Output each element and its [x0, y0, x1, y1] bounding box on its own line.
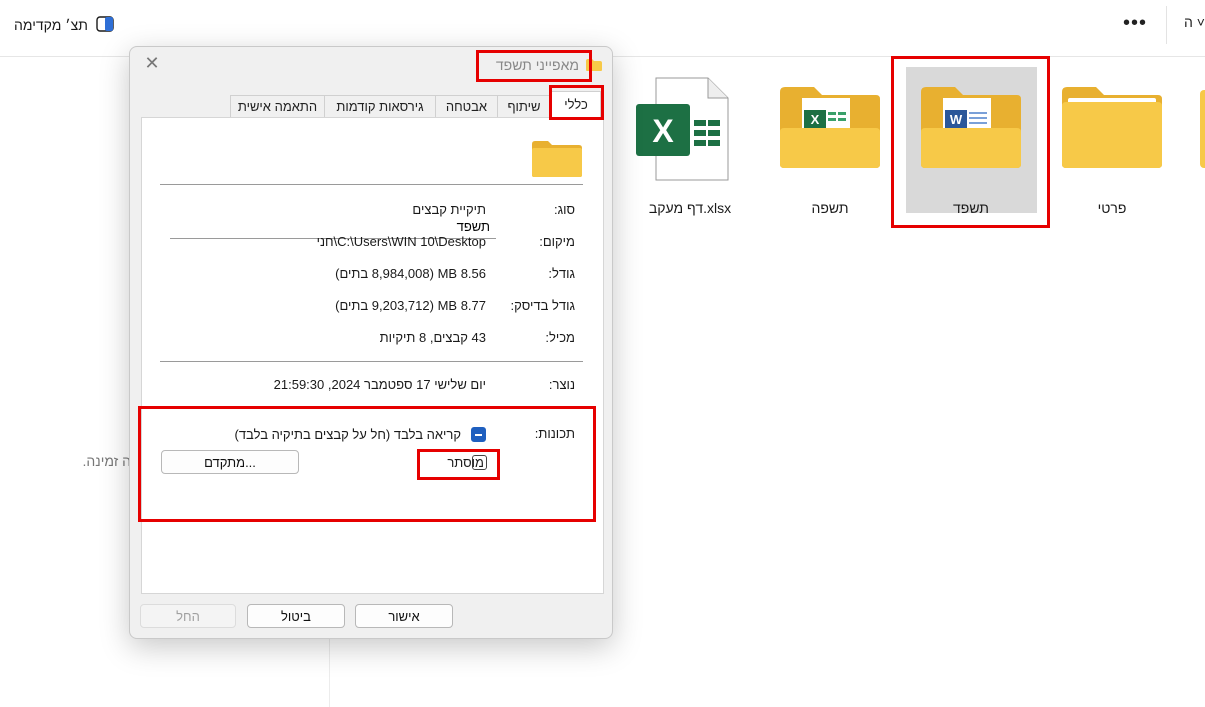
- tab-sharing[interactable]: שיתוף: [497, 95, 551, 118]
- folder-icon: [1062, 87, 1162, 168]
- tab-security[interactable]: אבטחה: [435, 95, 498, 118]
- attributes-highlight-box: [138, 406, 596, 522]
- location-value: C:\Users\WIN 10\Desktop\חני: [316, 234, 486, 249]
- size-value: 8.56 MB (8,984,008 בתים): [335, 266, 486, 281]
- contains-label: מכיל:: [545, 330, 575, 345]
- excel-file-icon: X: [636, 77, 729, 181]
- folder-item-tashpah[interactable]: X תשפה: [760, 66, 900, 226]
- created-value: יום שלישי 17 ספטמבר 2024, 21:59:30: [273, 377, 486, 392]
- svg-text:X: X: [652, 113, 674, 149]
- properties-dialog: מאפייני תשפד ✕ כללי שיתוף אבטחה גירסאות …: [129, 46, 613, 639]
- toolbar-divider: [1166, 6, 1167, 44]
- contains-value: 43 קבצים, 8 תיקיות: [379, 330, 486, 345]
- ok-button[interactable]: אישור: [355, 604, 453, 628]
- size-on-disk-label: גודל בדיסק:: [510, 298, 575, 313]
- excel-folder-icon: X: [780, 87, 880, 168]
- hidden-checkbox-highlight-box: [417, 449, 500, 480]
- tab-previous-versions[interactable]: גירסאות קודמות: [324, 95, 436, 118]
- location-label: מיקום:: [539, 234, 575, 249]
- svg-text:X: X: [811, 112, 820, 127]
- excel-file-item[interactable]: X דף מעקב.xlsx: [620, 66, 760, 226]
- created-label: נוצר:: [548, 377, 575, 392]
- folder-item-prati[interactable]: פרטי: [1042, 66, 1182, 226]
- type-label: סוג:: [553, 202, 575, 217]
- cancel-button[interactable]: ביטול: [247, 604, 345, 628]
- size-label: גודל:: [548, 266, 575, 281]
- dialog-title-highlight-box: [476, 50, 592, 82]
- preview-pane-button[interactable]: תצ׳ מקדימה: [14, 12, 114, 38]
- general-tab-panel: סוג: תיקיית קבצים מיקום: C:\Users\WIN 10…: [141, 117, 604, 594]
- preview-pane-icon: [96, 15, 114, 35]
- file-name: פרטי: [1097, 200, 1127, 216]
- tab-customize[interactable]: התאמה אישית: [230, 95, 325, 118]
- nav-pane-empty-text: ה זמינה.: [82, 453, 131, 469]
- size-on-disk-value: 8.77 MB (9,203,712 בתים): [335, 298, 486, 313]
- file-name: דף מעקב.xlsx: [648, 200, 732, 216]
- close-icon[interactable]: ✕: [142, 53, 162, 73]
- more-options-button[interactable]: •••: [1120, 10, 1150, 40]
- file-name: תשפה: [811, 200, 849, 216]
- preview-pane-label: תצ׳ מקדימה: [14, 17, 88, 33]
- selected-folder-highlight-box: [891, 56, 1050, 228]
- divider: [160, 184, 583, 185]
- sort-button[interactable]: ה ˅: [1184, 14, 1205, 30]
- general-tab-highlight-box: [549, 85, 604, 120]
- divider: [160, 361, 583, 362]
- apply-button[interactable]: החל: [140, 604, 236, 628]
- folder-icon: [532, 141, 582, 177]
- type-value: תיקיית קבצים: [412, 202, 486, 217]
- partial-folder-icon[interactable]: [1195, 85, 1205, 170]
